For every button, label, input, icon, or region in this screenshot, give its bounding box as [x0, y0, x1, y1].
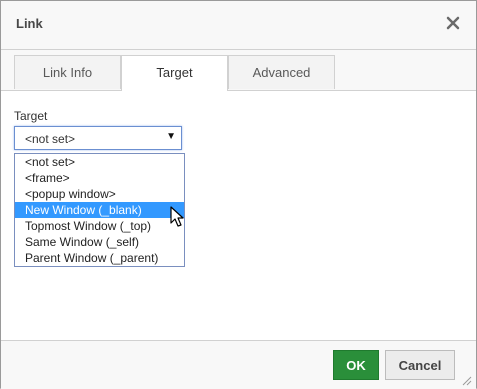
ok-button[interactable]: OK	[333, 350, 379, 380]
option-parent-window[interactable]: Parent Window (_parent)	[15, 250, 184, 266]
tab-bar: Link Info Target Advanced	[1, 50, 476, 91]
dialog-title: Link	[16, 16, 43, 31]
option-same-window[interactable]: Same Window (_self)	[15, 234, 184, 250]
link-dialog: Link Link Info Target Advanced Target <n…	[0, 0, 477, 389]
close-icon[interactable]	[443, 13, 463, 33]
tab-target[interactable]: Target	[121, 55, 228, 91]
cancel-button[interactable]: Cancel	[385, 350, 455, 380]
option-not-set[interactable]: <not set>	[15, 154, 184, 170]
dialog-footer: OK Cancel	[1, 340, 476, 389]
tab-link-info[interactable]: Link Info	[14, 55, 121, 89]
dropdown-arrow-icon: ▼	[166, 131, 176, 142]
option-popup-window[interactable]: <popup window>	[15, 186, 184, 202]
mouse-pointer-icon	[170, 206, 186, 228]
target-select-value: <not set>	[25, 132, 76, 146]
tab-advanced[interactable]: Advanced	[228, 55, 335, 89]
target-select[interactable]: <not set> ▼	[14, 126, 182, 150]
target-dropdown-list: <not set> <frame> <popup window> New Win…	[14, 153, 185, 267]
dialog-titlebar: Link	[1, 1, 476, 50]
option-new-window[interactable]: New Window (_blank)	[15, 202, 184, 218]
resize-grip-icon[interactable]	[462, 375, 472, 386]
target-label: Target	[14, 109, 48, 123]
option-topmost-window[interactable]: Topmost Window (_top)	[15, 218, 184, 234]
option-frame[interactable]: <frame>	[15, 170, 184, 186]
tab-content: Target <not set> ▼ <not set> <frame> <po…	[1, 91, 476, 339]
